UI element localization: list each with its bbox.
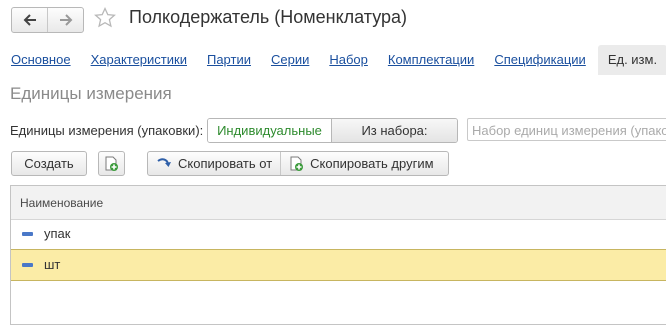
- copy-from-button[interactable]: Скопировать от: [148, 152, 280, 175]
- tab-specifications[interactable]: Спецификации: [494, 45, 586, 75]
- add-copy-button[interactable]: [98, 151, 125, 176]
- table-row-selected[interactable]: шт: [11, 249, 666, 281]
- copy-to-others-label: Скопировать другим: [310, 156, 434, 171]
- row-name: шт: [44, 257, 61, 272]
- back-button[interactable]: [12, 8, 47, 32]
- arrow-left-icon: [23, 14, 36, 26]
- forward-button[interactable]: [47, 8, 83, 32]
- tab-set[interactable]: Набор: [329, 45, 368, 75]
- document-add-icon: [105, 156, 118, 171]
- units-label: Единицы измерения (упаковки):: [10, 123, 204, 138]
- tab-main[interactable]: Основное: [11, 45, 71, 75]
- option-from-set[interactable]: Из набора:: [332, 119, 457, 142]
- tab-bar: Основное Характеристики Партии Серии Наб…: [11, 45, 666, 75]
- curved-arrow-icon: [157, 157, 171, 167]
- tab-units[interactable]: Ед. изм.: [597, 45, 666, 75]
- row-name: упак: [44, 226, 71, 241]
- table-header[interactable]: Наименование: [11, 186, 666, 220]
- units-table: Наименование упак шт: [10, 185, 666, 325]
- units-set-placeholder: Набор единиц измерения (упаковок): [472, 123, 666, 138]
- copy-from-label: Скопировать от: [178, 156, 273, 171]
- tab-batches[interactable]: Партии: [207, 45, 251, 75]
- arrow-right-icon: [59, 14, 72, 26]
- row-item-icon: [22, 232, 33, 236]
- page-title: Полкодержатель (Номенклатура): [129, 7, 408, 27]
- row-item-icon: [22, 263, 33, 267]
- navigation-buttons: [11, 7, 84, 33]
- section-title: Единицы измерения: [10, 84, 172, 103]
- star-icon[interactable]: [93, 6, 117, 30]
- copy-button-group: Скопировать от Скопировать другим: [147, 151, 449, 176]
- tab-characteristics[interactable]: Характеристики: [91, 45, 187, 75]
- copy-to-others-button[interactable]: Скопировать другим: [280, 152, 441, 175]
- units-set-input[interactable]: Набор единиц измерения (упаковок): [467, 118, 666, 141]
- table-row[interactable]: упак: [11, 219, 666, 250]
- option-individual[interactable]: Индивидуальные: [208, 119, 332, 142]
- tab-series[interactable]: Серии: [271, 45, 309, 75]
- create-button[interactable]: Создать: [11, 151, 87, 176]
- tab-kits[interactable]: Комплектации: [388, 45, 474, 75]
- units-mode-switch: Индивидуальные Из набора:: [207, 118, 458, 143]
- column-header-name: Наименование: [20, 196, 104, 210]
- document-add-icon: [290, 156, 304, 171]
